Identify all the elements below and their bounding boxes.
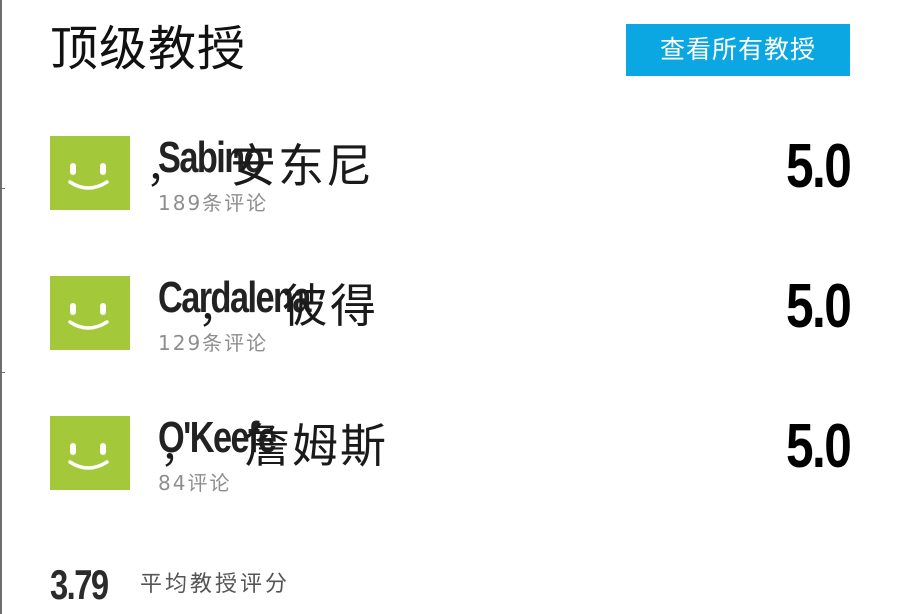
review-count: 189条评论 [158,191,269,215]
professor-first-name: ， 彼得 [198,270,408,336]
professor-first-name-text: 彼得 [282,279,378,333]
professor-row[interactable]: Cardalena ，彼得 129条评论 5.0 [50,272,852,356]
left-border-tick [0,372,5,373]
professor-first-name-text: 詹姆斯 [244,419,388,473]
professor-row[interactable]: O'Keefe ，詹姆斯 84评论 5.0 [50,412,852,496]
smiley-face-icon [50,136,130,210]
average-rating-label: 平均教授评分 [140,572,291,597]
review-count: 84评论 [158,471,232,495]
professor-rating: 5.0 [785,412,852,481]
review-count: 129条评论 [158,331,269,355]
name-separator: ， [198,286,240,332]
name-separator: ， [146,146,188,192]
section-title: 顶级教授 [50,21,247,77]
smiley-face-icon [50,276,130,350]
left-border-tick [0,188,5,189]
professor-row[interactable]: Sabino ，安东尼 189条评论 5.0 [50,132,852,216]
professor-first-name: ， 詹姆斯 [160,410,388,476]
left-border [0,0,2,614]
smiley-face-icon [50,416,130,490]
name-separator: ， [160,426,202,472]
professor-rating: 5.0 [785,132,852,201]
professor-first-name: ， 安东尼 [146,130,374,196]
professor-rating: 5.0 [785,272,852,341]
professor-first-name-text: 安东尼 [230,139,374,193]
average-rating-summary: 3.79 平均教授评分 [50,560,450,610]
view-all-professors-button[interactable]: 查看所有教授 [626,24,850,76]
average-rating-value: 3.79 [50,561,109,608]
